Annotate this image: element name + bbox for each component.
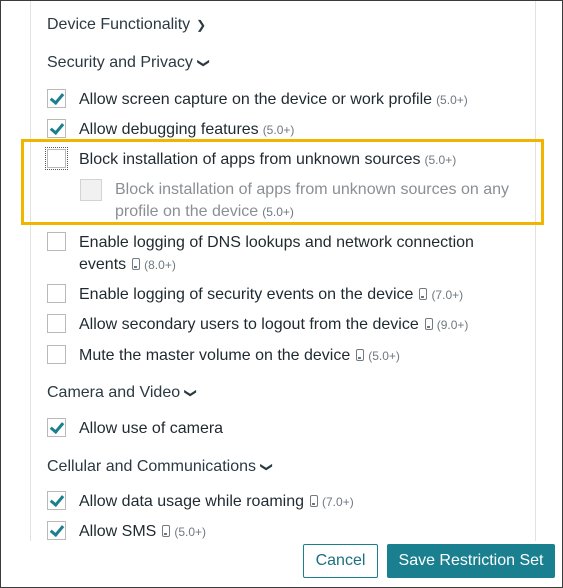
debugging-version: (5.0+)	[262, 123, 295, 137]
sms-label: Allow SMS (5.0+)	[79, 523, 207, 540]
security-logging-checkbox[interactable]	[47, 284, 66, 303]
section-device-functionality[interactable]: Device Functionality ❯	[47, 16, 206, 34]
option-dns-logging[interactable]: Enable logging of DNS lookups and networ…	[47, 232, 519, 276]
secondary-logout-label: Allow secondary users to logout from the…	[79, 316, 469, 333]
option-block-unknown-any-profile[interactable]: Block installation of apps from unknown …	[80, 179, 525, 223]
chevron-down-icon: ❯	[196, 57, 211, 69]
dns-logging-checkbox[interactable]	[47, 232, 66, 251]
block-unknown-any-checkbox[interactable]	[80, 179, 102, 201]
section-camera-video-label: Camera and Video	[47, 384, 181, 401]
device-icon	[419, 288, 428, 300]
section-security-privacy[interactable]: Security and Privacy ❯	[47, 54, 211, 72]
option-screen-capture[interactable]: Allow screen capture on the device or wo…	[47, 89, 468, 111]
screen-capture-version: (5.0+)	[436, 93, 468, 107]
dns-logging-label: Enable logging of DNS lookups and networ…	[79, 234, 474, 273]
mute-volume-label: Mute the master volume on the device (5.0…	[79, 347, 400, 364]
secondary-logout-checkbox[interactable]	[47, 314, 66, 333]
use-camera-label: Allow use of camera	[79, 420, 224, 437]
option-block-unknown-sources[interactable]: Block installation of apps from unknown …	[45, 147, 457, 171]
sms-checkbox[interactable]	[47, 521, 66, 540]
section-cellular[interactable]: Cellular and Communications ❯	[47, 458, 275, 476]
option-secondary-logout[interactable]: Allow secondary users to logout from the…	[47, 314, 468, 336]
data-roaming-version: (7.0+)	[322, 495, 354, 509]
section-camera-video[interactable]: Camera and Video ❯	[47, 384, 199, 402]
option-data-roaming[interactable]: Allow data usage while roaming (7.0+)	[47, 491, 354, 513]
chevron-right-icon: ❯	[196, 18, 207, 32]
cancel-button[interactable]: Cancel	[303, 544, 378, 578]
data-roaming-checkbox[interactable]	[47, 491, 66, 510]
save-restriction-set-button[interactable]: Save Restriction Set	[387, 544, 555, 578]
device-icon	[310, 495, 319, 507]
device-icon	[424, 318, 433, 330]
debugging-label: Allow debugging features (5.0+)	[79, 121, 295, 138]
option-sms[interactable]: Allow SMS (5.0+)	[47, 521, 206, 541]
security-logging-label: Enable logging of security events on the…	[79, 286, 464, 303]
dialog-frame: Device Functionality ❯ Security and Priv…	[0, 0, 563, 588]
block-unknown-any-label: Block installation of apps from unknown …	[115, 181, 509, 220]
block-unknown-any-version: (5.0+)	[262, 205, 294, 219]
use-camera-checkbox[interactable]	[47, 418, 66, 437]
secondary-logout-version: (9.0+)	[436, 318, 469, 332]
option-security-logging[interactable]: Enable logging of security events on the…	[47, 284, 463, 306]
sms-version: (5.0+)	[174, 525, 207, 539]
dialog-footer: Cancel Save Restriction Set	[1, 541, 562, 587]
section-cellular-label: Cellular and Communications	[47, 458, 256, 475]
security-logging-version: (7.0+)	[431, 288, 464, 302]
debugging-checkbox[interactable]	[47, 119, 66, 138]
mute-volume-version: (5.0+)	[368, 349, 400, 363]
device-icon	[162, 525, 171, 537]
dns-logging-version: (8.0+)	[144, 258, 176, 272]
chevron-down-icon: ❯	[260, 461, 275, 473]
chevron-down-icon: ❯	[184, 387, 199, 399]
screen-capture-checkbox[interactable]	[47, 89, 66, 108]
restrictions-list[interactable]: Device Functionality ❯ Security and Priv…	[30, 1, 536, 541]
block-unknown-label: Block installation of apps from unknown …	[79, 151, 457, 168]
screen-capture-label: Allow screen capture on the device or wo…	[79, 91, 468, 108]
block-unknown-checkbox[interactable]	[45, 147, 68, 170]
data-roaming-label: Allow data usage while roaming (7.0+)	[79, 493, 354, 510]
section-device-functionality-label: Device Functionality	[47, 16, 191, 33]
device-icon	[356, 349, 365, 361]
section-security-privacy-label: Security and Privacy	[47, 54, 193, 71]
mute-volume-checkbox[interactable]	[47, 345, 66, 364]
block-unknown-version: (5.0+)	[424, 153, 457, 167]
device-icon	[132, 258, 141, 270]
option-debugging[interactable]: Allow debugging features (5.0+)	[47, 119, 294, 141]
option-mute-volume[interactable]: Mute the master volume on the device (5.0…	[47, 345, 400, 367]
option-use-camera[interactable]: Allow use of camera	[47, 418, 223, 440]
